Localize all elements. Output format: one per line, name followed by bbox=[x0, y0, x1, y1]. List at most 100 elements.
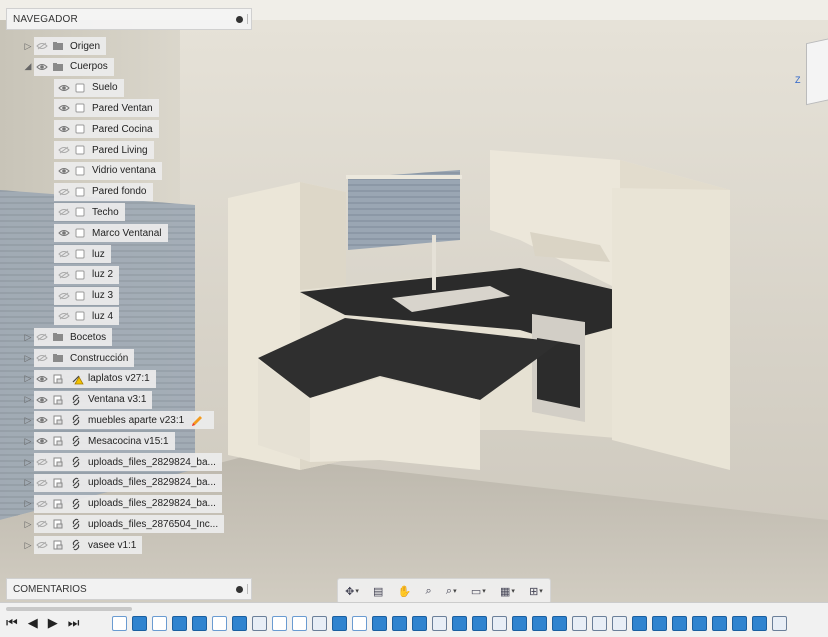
eye-icon[interactable] bbox=[58, 104, 70, 112]
timeline-body-icon[interactable] bbox=[332, 616, 347, 631]
timeline-body-icon[interactable] bbox=[372, 616, 387, 631]
zoom-window-icon[interactable]: ⌕ ▾ bbox=[446, 585, 457, 598]
eye-hidden-icon[interactable] bbox=[58, 271, 70, 279]
eye-hidden-icon[interactable] bbox=[36, 354, 48, 362]
timeline-body-icon[interactable] bbox=[512, 616, 527, 631]
timeline-body-icon[interactable] bbox=[632, 616, 647, 631]
eye-icon[interactable] bbox=[58, 125, 70, 133]
timeline-sketch-icon[interactable] bbox=[352, 616, 367, 631]
expand-icon[interactable]: ▷ bbox=[22, 477, 34, 488]
navigator-item[interactable]: luz 2 bbox=[54, 265, 120, 285]
orbit-icon[interactable]: ✥ ▾ bbox=[345, 585, 359, 598]
timeline-body-icon[interactable] bbox=[232, 616, 247, 631]
navigator-item[interactable]: ▷ uploads_files_2829824_ba... bbox=[22, 452, 222, 472]
navigator-item[interactable]: ▷ Origen bbox=[22, 36, 107, 56]
expand-icon[interactable]: ▷ bbox=[22, 415, 34, 426]
display-settings-icon[interactable]: ▭ ▾ bbox=[471, 585, 486, 598]
timeline-body-icon[interactable] bbox=[692, 616, 707, 631]
timeline-sketch-icon[interactable] bbox=[212, 616, 227, 631]
eye-hidden-icon[interactable] bbox=[58, 292, 70, 300]
navigator-item[interactable]: Vidrio ventana bbox=[54, 161, 162, 181]
step-forward-icon[interactable]: ⏭ bbox=[68, 615, 80, 631]
expand-icon[interactable]: ▷ bbox=[22, 436, 34, 447]
timeline-body-icon[interactable] bbox=[392, 616, 407, 631]
navigator-item[interactable]: ▷ Ventana v3:1 bbox=[22, 390, 153, 410]
step-back-icon[interactable]: ◀ bbox=[28, 615, 38, 631]
navigator-item[interactable]: ◢ Cuerpos bbox=[22, 57, 114, 77]
eye-icon[interactable] bbox=[36, 396, 48, 404]
timeline-body-icon[interactable] bbox=[132, 616, 147, 631]
eye-icon[interactable] bbox=[58, 84, 70, 92]
timeline-comp-icon[interactable] bbox=[772, 616, 787, 631]
pencil-icon[interactable] bbox=[190, 414, 203, 427]
navigator-item[interactable]: ▷ Bocetos bbox=[22, 327, 113, 347]
timeline-body-icon[interactable] bbox=[752, 616, 767, 631]
navigator-item[interactable]: ▷ vasee v1:1 bbox=[22, 535, 143, 555]
eye-hidden-icon[interactable] bbox=[36, 520, 48, 528]
viewcube[interactable] bbox=[806, 36, 828, 106]
eye-hidden-icon[interactable] bbox=[58, 250, 70, 258]
navigator-item[interactable]: Pared Cocina bbox=[54, 119, 159, 139]
zoom-fit-icon[interactable]: ⌕ bbox=[426, 585, 432, 598]
timeline-body-icon[interactable] bbox=[672, 616, 687, 631]
navigator-item[interactable]: Pared fondo bbox=[54, 182, 153, 202]
collapse-icon[interactable]: ◢ bbox=[22, 61, 34, 72]
eye-hidden-icon[interactable] bbox=[36, 458, 48, 466]
eye-hidden-icon[interactable] bbox=[36, 541, 48, 549]
timeline-comp-icon[interactable] bbox=[252, 616, 267, 631]
eye-icon[interactable] bbox=[36, 375, 48, 383]
timeline-body-icon[interactable] bbox=[472, 616, 487, 631]
eye-icon[interactable] bbox=[36, 437, 48, 445]
expand-icon[interactable]: ▷ bbox=[22, 332, 34, 343]
timeline-sketch-icon[interactable] bbox=[152, 616, 167, 631]
navigator-item[interactable]: ▷ Construcción bbox=[22, 348, 135, 368]
timeline-sketch-icon[interactable] bbox=[292, 616, 307, 631]
panel-grip-icon[interactable] bbox=[247, 584, 248, 594]
navigator-item[interactable]: Pared Living bbox=[54, 140, 154, 160]
expand-icon[interactable]: ▷ bbox=[22, 394, 34, 405]
navigator-item[interactable]: Pared Ventan bbox=[54, 98, 159, 118]
timeline-comp-icon[interactable] bbox=[432, 616, 447, 631]
eye-hidden-icon[interactable] bbox=[36, 333, 48, 341]
expand-icon[interactable]: ▷ bbox=[22, 519, 34, 530]
navigator-item[interactable]: Marco Ventanal bbox=[54, 223, 168, 243]
expand-icon[interactable]: ▷ bbox=[22, 540, 34, 551]
look-at-icon[interactable]: ▤ bbox=[373, 585, 383, 598]
expand-icon[interactable]: ▷ bbox=[22, 353, 34, 364]
grid-icon[interactable]: ▦ ▾ bbox=[500, 585, 515, 598]
timeline-sketch-icon[interactable] bbox=[112, 616, 127, 631]
expand-icon[interactable]: ▷ bbox=[22, 373, 34, 384]
navigator-item[interactable]: Suelo bbox=[54, 78, 124, 98]
navigator-item[interactable]: ▷ uploads_files_2876504_Inc... bbox=[22, 514, 225, 534]
eye-hidden-icon[interactable] bbox=[58, 188, 70, 196]
navigator-item[interactable]: ▷ laplatos v27:1 bbox=[22, 369, 156, 389]
eye-hidden-icon[interactable] bbox=[58, 146, 70, 154]
navigator-item[interactable]: ▷ Mesacocina v15:1 bbox=[22, 431, 175, 451]
timeline-comp-icon[interactable] bbox=[612, 616, 627, 631]
eye-icon[interactable] bbox=[58, 167, 70, 175]
navigator-item[interactable]: luz bbox=[54, 244, 111, 264]
eye-hidden-icon[interactable] bbox=[36, 479, 48, 487]
timeline-body-icon[interactable] bbox=[712, 616, 727, 631]
eye-icon[interactable] bbox=[36, 416, 48, 424]
timeline-body-icon[interactable] bbox=[652, 616, 667, 631]
timeline-body-icon[interactable] bbox=[172, 616, 187, 631]
navigator-item[interactable]: ▷ uploads_files_2829824_ba... bbox=[22, 473, 222, 493]
navigator-item[interactable]: luz 3 bbox=[54, 286, 120, 306]
pin-icon[interactable] bbox=[236, 585, 243, 593]
eye-icon[interactable] bbox=[58, 229, 70, 237]
timeline-body-icon[interactable] bbox=[412, 616, 427, 631]
eye-hidden-icon[interactable] bbox=[58, 208, 70, 216]
pin-icon[interactable] bbox=[236, 15, 243, 23]
expand-icon[interactable]: ▷ bbox=[22, 41, 34, 52]
eye-icon[interactable] bbox=[36, 63, 48, 71]
timeline-comp-icon[interactable] bbox=[492, 616, 507, 631]
timeline-comp-icon[interactable] bbox=[592, 616, 607, 631]
timeline-body-icon[interactable] bbox=[452, 616, 467, 631]
navigator-item[interactable]: ▷ muebles aparte v23:1 bbox=[22, 410, 215, 430]
go-to-start-icon[interactable]: ⏮ bbox=[6, 615, 18, 631]
pan-icon[interactable]: ✋ bbox=[398, 585, 412, 598]
play-icon[interactable]: ▶ bbox=[48, 615, 58, 631]
timeline-comp-icon[interactable] bbox=[572, 616, 587, 631]
comments-header[interactable]: COMENTARIOS bbox=[6, 578, 252, 600]
